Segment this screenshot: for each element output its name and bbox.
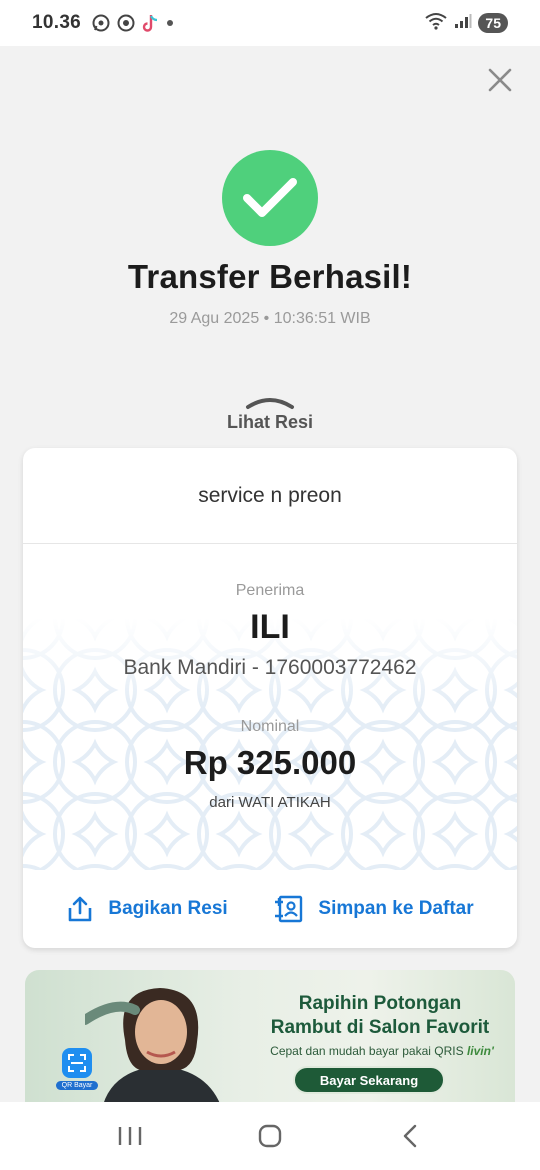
view-receipt-toggle[interactable]: Lihat Resi [170, 396, 370, 440]
share-receipt-button[interactable]: Bagikan Resi [66, 895, 228, 923]
qr-pay-label: QR Bayar [55, 1081, 99, 1090]
view-receipt-label: Lihat Resi [226, 412, 314, 432]
recent-apps-icon [118, 1127, 142, 1145]
system-nav-bar [0, 1102, 540, 1170]
tiktok-icon [141, 13, 159, 33]
transfer-note: service n preon [23, 448, 517, 544]
transaction-datetime: 29 Agu 2025 • 10:36:51 WIB [169, 310, 371, 327]
battery-icon: 75 [478, 13, 508, 33]
back-button[interactable] [380, 1111, 440, 1161]
recipient-label: Penerima [235, 582, 305, 599]
status-bar: 10.36 75 [0, 0, 540, 46]
promo-person-image [85, 988, 223, 1110]
wifi-icon [424, 12, 448, 35]
promo-subtitle: Cepat dan mudah bayar pakai QRIS livin' [247, 1044, 515, 1058]
page-title: Transfer Berhasil! [127, 258, 413, 295]
dot-icon [165, 18, 175, 28]
amount-label: Nominal [240, 718, 300, 735]
promo-banner[interactable]: QR Bayar Rapihin Potongan Rambut di Salo… [25, 970, 515, 1110]
receipt-card: service n preon Penerima ILI Bank Mandir… [23, 448, 517, 948]
home-button[interactable] [240, 1111, 300, 1161]
recipient-bank-account: Bank Mandiri - 1760003772462 [123, 656, 417, 679]
promo-subtitle-text: Cepat dan mudah bayar pakai QRIS [270, 1044, 464, 1058]
qr-pay-badge[interactable]: QR Bayar [55, 1048, 99, 1100]
status-time: 10.36 [32, 12, 82, 33]
save-to-list-button[interactable]: Simpan ke Daftar [274, 894, 474, 924]
recipient-name: ILI [250, 608, 290, 646]
pay-now-button[interactable]: Bayar Sekarang [293, 1066, 445, 1094]
close-icon [488, 68, 512, 92]
system-icons: 75 [424, 12, 508, 35]
close-button[interactable] [484, 64, 516, 96]
notification-icons [91, 13, 175, 33]
promo-title: Rapihin Potongan Rambut di Salon Favorit [245, 992, 515, 1040]
share-icon [66, 895, 94, 923]
success-check-icon [222, 150, 318, 246]
recent-apps-button[interactable] [100, 1111, 160, 1161]
add-contact-icon [274, 894, 304, 924]
signal-icon [454, 13, 472, 34]
promo-title-line1: Rapihin Potongan [298, 993, 462, 1014]
save-to-list-label: Simpan ke Daftar [318, 898, 474, 919]
promo-title-line2: Rambut di Salon Favorit [270, 1017, 490, 1038]
whatsapp-icon [91, 13, 111, 33]
back-icon [403, 1124, 417, 1148]
chevron-up-icon [246, 398, 294, 409]
share-receipt-label: Bagikan Resi [108, 898, 228, 919]
chrome-icon [117, 14, 135, 32]
amount-value: Rp 325.000 [183, 744, 357, 781]
home-icon [258, 1124, 282, 1148]
sender-name: dari WATI ATIKAH [209, 794, 331, 811]
qr-scan-icon [62, 1048, 92, 1078]
receipt-actions: Bagikan Resi Simpan ke Daftar [23, 870, 517, 948]
livin-brand-logo: livin' [466, 1044, 494, 1058]
